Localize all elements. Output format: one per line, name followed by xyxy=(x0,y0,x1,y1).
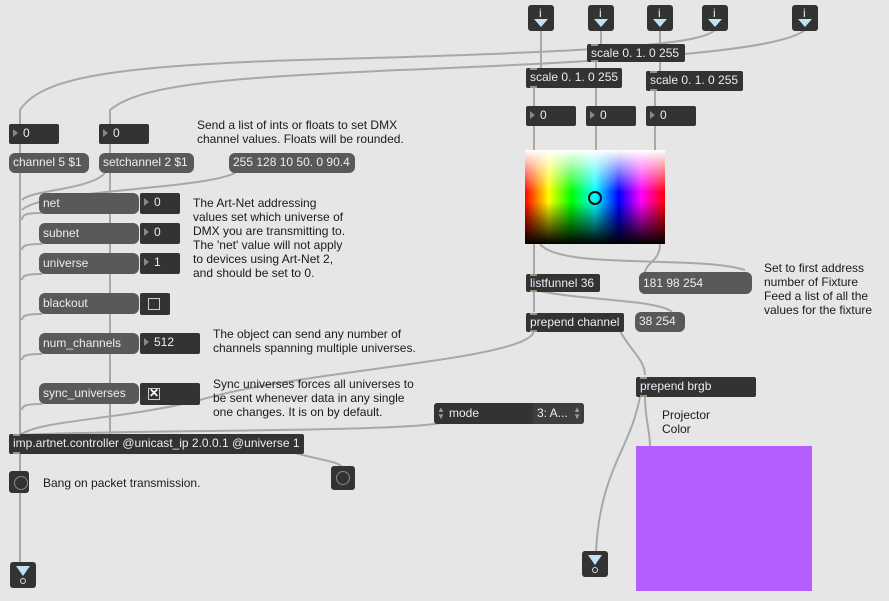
inlet-2[interactable]: i xyxy=(588,5,614,31)
inlet-arrow-icon xyxy=(708,19,722,27)
inlet-label: i xyxy=(539,6,542,20)
subnet-message[interactable]: subnet xyxy=(39,223,139,244)
stepper-icon: ▲ ▼ xyxy=(437,405,445,421)
prepend-output-message[interactable]: 38 254 xyxy=(635,312,685,332)
projector-color-swatch xyxy=(636,446,812,591)
green-number-box[interactable]: 0 xyxy=(586,106,636,126)
universe-number-box[interactable]: 1 xyxy=(140,253,180,274)
mode-value-field[interactable]: 3: A... ▲ ▼ xyxy=(533,403,584,424)
rgb-list-message[interactable]: 181 98 254 xyxy=(639,272,752,294)
inlet-arrow-icon xyxy=(798,19,812,27)
artnet-comment: The Art-Net addressing values set which … xyxy=(193,196,346,280)
prepend-channel-object[interactable]: prepend channel xyxy=(526,313,624,332)
inlet-1[interactable]: i xyxy=(528,5,554,31)
inlet-label: i xyxy=(658,6,661,20)
universe-message[interactable]: universe xyxy=(39,253,139,274)
packet-bang-button[interactable] xyxy=(9,471,29,493)
send-list-comment: Send a list of ints or floats to set DMX… xyxy=(197,118,404,146)
mode-attrui[interactable]: ▲ ▼ mode 3: A... ▲ ▼ xyxy=(434,403,584,424)
mode-label: mode xyxy=(449,406,480,420)
inlet-arrow-icon xyxy=(534,19,548,27)
red-number-box[interactable]: 0 xyxy=(526,106,576,126)
sync-universes-toggle[interactable]: ✕ xyxy=(140,383,200,405)
prepend-brgb-object[interactable]: prepend brgb xyxy=(636,377,756,397)
net-number-box[interactable]: 0 xyxy=(140,193,180,214)
outlet-arrow-icon xyxy=(16,566,30,576)
inlet-label: i xyxy=(803,6,806,20)
scale-object-top[interactable]: scale 0. 1. 0 255 xyxy=(587,44,685,62)
channel-message[interactable]: channel 5 $1 xyxy=(9,153,89,173)
net-message[interactable]: net xyxy=(39,193,139,214)
outlet-dot-icon xyxy=(20,578,26,584)
num-channels-comment: The object can send any number of channe… xyxy=(213,327,416,355)
sync-universes-message[interactable]: sync_universes xyxy=(39,383,139,404)
inlet-label: i xyxy=(713,6,716,20)
color-picker[interactable] xyxy=(525,150,665,244)
bang-comment: Bang on packet transmission. xyxy=(43,476,201,490)
num-channels-number-box[interactable]: 512 xyxy=(140,333,200,354)
fixture-comment: Set to first address number of Fixture F… xyxy=(764,261,873,317)
blackout-message[interactable]: blackout xyxy=(39,293,139,314)
inlet-3[interactable]: i xyxy=(647,5,673,31)
scale-object-right[interactable]: scale 0. 1. 0 255 xyxy=(646,71,743,91)
list-message[interactable]: 255 128 10 50. 0 90.4 xyxy=(229,153,355,173)
stepper-icon: ▲ ▼ xyxy=(573,405,581,421)
sync-comment: Sync universes forces all universes to b… xyxy=(213,377,414,419)
num-channels-message[interactable]: num_channels xyxy=(39,333,139,354)
blackout-toggle[interactable] xyxy=(140,293,170,315)
inlet-label: i xyxy=(599,6,602,20)
channel-number-box[interactable]: 0 xyxy=(9,124,59,144)
inlet-5[interactable]: i xyxy=(792,5,818,31)
inlet-arrow-icon xyxy=(594,19,608,27)
setchannel-number-box[interactable]: 0 xyxy=(99,124,149,144)
blue-number-box[interactable]: 0 xyxy=(646,106,696,126)
outlet-right[interactable] xyxy=(582,551,608,577)
setchannel-message[interactable]: setchannel 2 $1 xyxy=(99,153,194,173)
outlet-left[interactable] xyxy=(10,562,36,588)
output-bang-button[interactable] xyxy=(331,466,355,490)
inlet-arrow-icon xyxy=(653,19,667,27)
artnet-controller-object[interactable]: imp.artnet.controller @unicast_ip 2.0.0.… xyxy=(9,434,304,454)
checkbox-icon xyxy=(148,298,160,310)
outlet-arrow-icon xyxy=(588,555,602,565)
projector-color-comment: Projector Color xyxy=(662,408,711,436)
subnet-number-box[interactable]: 0 xyxy=(140,223,180,244)
listfunnel-object[interactable]: listfunnel 36 xyxy=(526,274,600,292)
check-x-icon: ✕ xyxy=(149,386,160,400)
scale-object-left[interactable]: scale 0. 1. 0 255 xyxy=(526,68,622,88)
inlet-4[interactable]: i xyxy=(702,5,728,31)
outlet-dot-icon xyxy=(592,567,598,573)
